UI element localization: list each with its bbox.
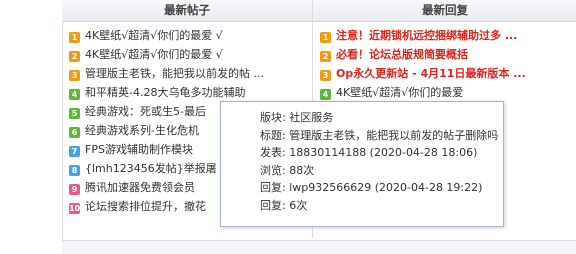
tooltip-title: 标题: 管理版主老铁，能把我以前发的帖子删除吗 xyxy=(260,128,499,142)
tooltip-last-reply: 回复: lwp932566629 (2020-04-28 19:22) xyxy=(260,181,483,195)
thread-link[interactable]: 管理版主老铁，能把我以前发的帖 ... xyxy=(85,67,264,80)
rank-badge: 3 xyxy=(69,70,80,81)
rank-badge: 7 xyxy=(69,146,80,157)
list-item[interactable]: 3 管理版主老铁，能把我以前发的帖 ... xyxy=(62,64,312,83)
latest-posts-header: 最新帖子 xyxy=(62,0,312,22)
thread-link[interactable]: 腾讯加速器免费领会员 xyxy=(85,181,195,194)
thread-link[interactable]: 经典游戏系列-生化危机 xyxy=(85,124,199,137)
list-item[interactable]: 3 Op永久更新站 - 4月11日最新版本 ... xyxy=(313,64,576,83)
rank-badge: 3 xyxy=(320,70,331,81)
rank-badge: 4 xyxy=(69,89,80,100)
thread-link[interactable]: Op永久更新站 - 4月11日最新版本 ... xyxy=(336,67,526,80)
rank-badge: 9 xyxy=(69,184,80,195)
next-panel-header xyxy=(62,241,576,254)
thread-link[interactable]: 4K壁纸√超清√你们的最爱 √ xyxy=(85,29,223,42)
tooltip-reply-count: 回复: 6次 xyxy=(260,198,308,212)
list-item[interactable]: 2 必看！论坛总版规简要概括 xyxy=(313,45,576,64)
rank-badge: 8 xyxy=(69,165,80,176)
tooltip-post-info: 发表: 18830114188 (2020-04-28 18:06) xyxy=(260,146,478,160)
thread-link[interactable]: 论坛搜索排位提升，撤花 xyxy=(85,200,206,213)
latest-replies-header: 最新回复 xyxy=(313,0,576,22)
rank-badge: 2 xyxy=(320,51,331,62)
rank-badge: 1 xyxy=(320,32,331,43)
rank-badge: 5 xyxy=(69,108,80,119)
rank-badge: 2 xyxy=(69,51,80,62)
rank-badge: 10 xyxy=(69,203,81,214)
thread-link[interactable]: 经典游戏：死或生5-最后 xyxy=(85,105,206,118)
thread-tooltip: 版块: 社区服务 标题: 管理版主老铁，能把我以前发的帖子删除吗 发表: 188… xyxy=(220,101,504,227)
thread-link[interactable]: 注意！近期锁机远控捆绑辅助过多 ... xyxy=(336,29,517,42)
thread-link[interactable]: FPS游戏辅助制作模块 xyxy=(85,143,193,156)
list-item[interactable]: 2 4K壁纸√超清√你们的最爱 √ xyxy=(62,45,312,64)
list-item[interactable]: 4 4K壁纸√超清√你们的最爱 xyxy=(313,83,576,102)
thread-link[interactable]: 4K壁纸√超清√你们的最爱 xyxy=(336,86,463,99)
thread-link[interactable]: 4K壁纸√超清√你们的最爱 √ xyxy=(85,48,223,61)
thread-link[interactable]: {lmh123456发帖}举报屠 xyxy=(85,162,217,175)
list-item[interactable]: 1 4K壁纸√超清√你们的最爱 √ xyxy=(62,26,312,45)
tooltip-views: 浏览: 88次 xyxy=(260,163,315,177)
list-item[interactable]: 1 注意！近期锁机远控捆绑辅助过多 ... xyxy=(313,26,576,45)
rank-badge: 4 xyxy=(320,89,331,100)
list-item[interactable]: 4 和平精英-4.28大乌龟多功能辅助 xyxy=(62,83,312,102)
thread-link[interactable]: 必看！论坛总版规简要概括 xyxy=(336,48,468,61)
tooltip-board: 版块: 社区服务 xyxy=(260,111,334,124)
rank-badge: 1 xyxy=(69,32,80,43)
rank-badge: 6 xyxy=(69,127,80,138)
thread-link[interactable]: 和平精英-4.28大乌龟多功能辅助 xyxy=(85,86,245,99)
